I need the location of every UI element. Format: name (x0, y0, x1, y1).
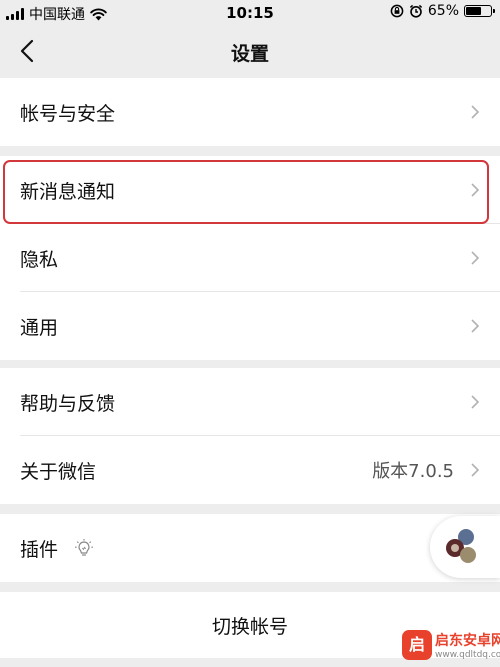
row-label: 新消息通知 (20, 180, 116, 203)
nav-bar: 设置 (0, 26, 500, 78)
row-label: 隐私 (20, 248, 59, 271)
chevron-right-icon (471, 395, 480, 409)
settings-group-plugins: 插件 (0, 514, 500, 582)
battery-percent: 65% (427, 3, 459, 19)
row-label: 通用 (20, 316, 59, 339)
alarm-icon (409, 4, 422, 18)
row-label: 关于微信 (20, 460, 97, 483)
chevron-right-icon (471, 463, 480, 477)
chevron-right-icon (471, 183, 480, 197)
floating-window-icon (446, 529, 476, 563)
chevron-right-icon (471, 319, 480, 333)
row-plugins[interactable]: 插件 (0, 514, 500, 582)
row-about-wechat[interactable]: 关于微信 版本7.0.5 (0, 436, 500, 504)
switch-account-button[interactable]: 切换帐号 (0, 592, 500, 658)
chevron-right-icon (471, 251, 480, 265)
status-bar: 中国联通 10:15 65% (0, 0, 500, 26)
settings-group-general: 新消息通知 隐私 通用 (0, 156, 500, 360)
floating-window-widget[interactable] (430, 516, 500, 578)
battery-fill (466, 7, 481, 15)
row-account-security[interactable]: 帐号与安全 (0, 78, 500, 146)
row-help-feedback[interactable]: 帮助与反馈 (0, 368, 500, 436)
row-privacy[interactable]: 隐私 (0, 224, 500, 292)
page-title: 设置 (230, 43, 269, 65)
status-right: 65% (390, 3, 495, 19)
version-value: 版本7.0.5 (372, 461, 454, 482)
settings-group-help: 帮助与反馈 关于微信 版本7.0.5 (0, 368, 500, 504)
chevron-right-icon (471, 105, 480, 119)
battery-icon (464, 5, 495, 17)
rotation-lock-icon (390, 4, 404, 18)
row-new-message-notification[interactable]: 新消息通知 (0, 156, 500, 224)
row-label: 插件 (20, 538, 59, 561)
lightbulb-icon (75, 539, 93, 556)
settings-group-account: 帐号与安全 (0, 78, 500, 146)
row-general[interactable]: 通用 (0, 292, 500, 360)
row-label: 帮助与反馈 (20, 392, 116, 415)
switch-account-label: 切换帐号 (211, 616, 288, 638)
row-label: 帐号与安全 (20, 102, 116, 125)
